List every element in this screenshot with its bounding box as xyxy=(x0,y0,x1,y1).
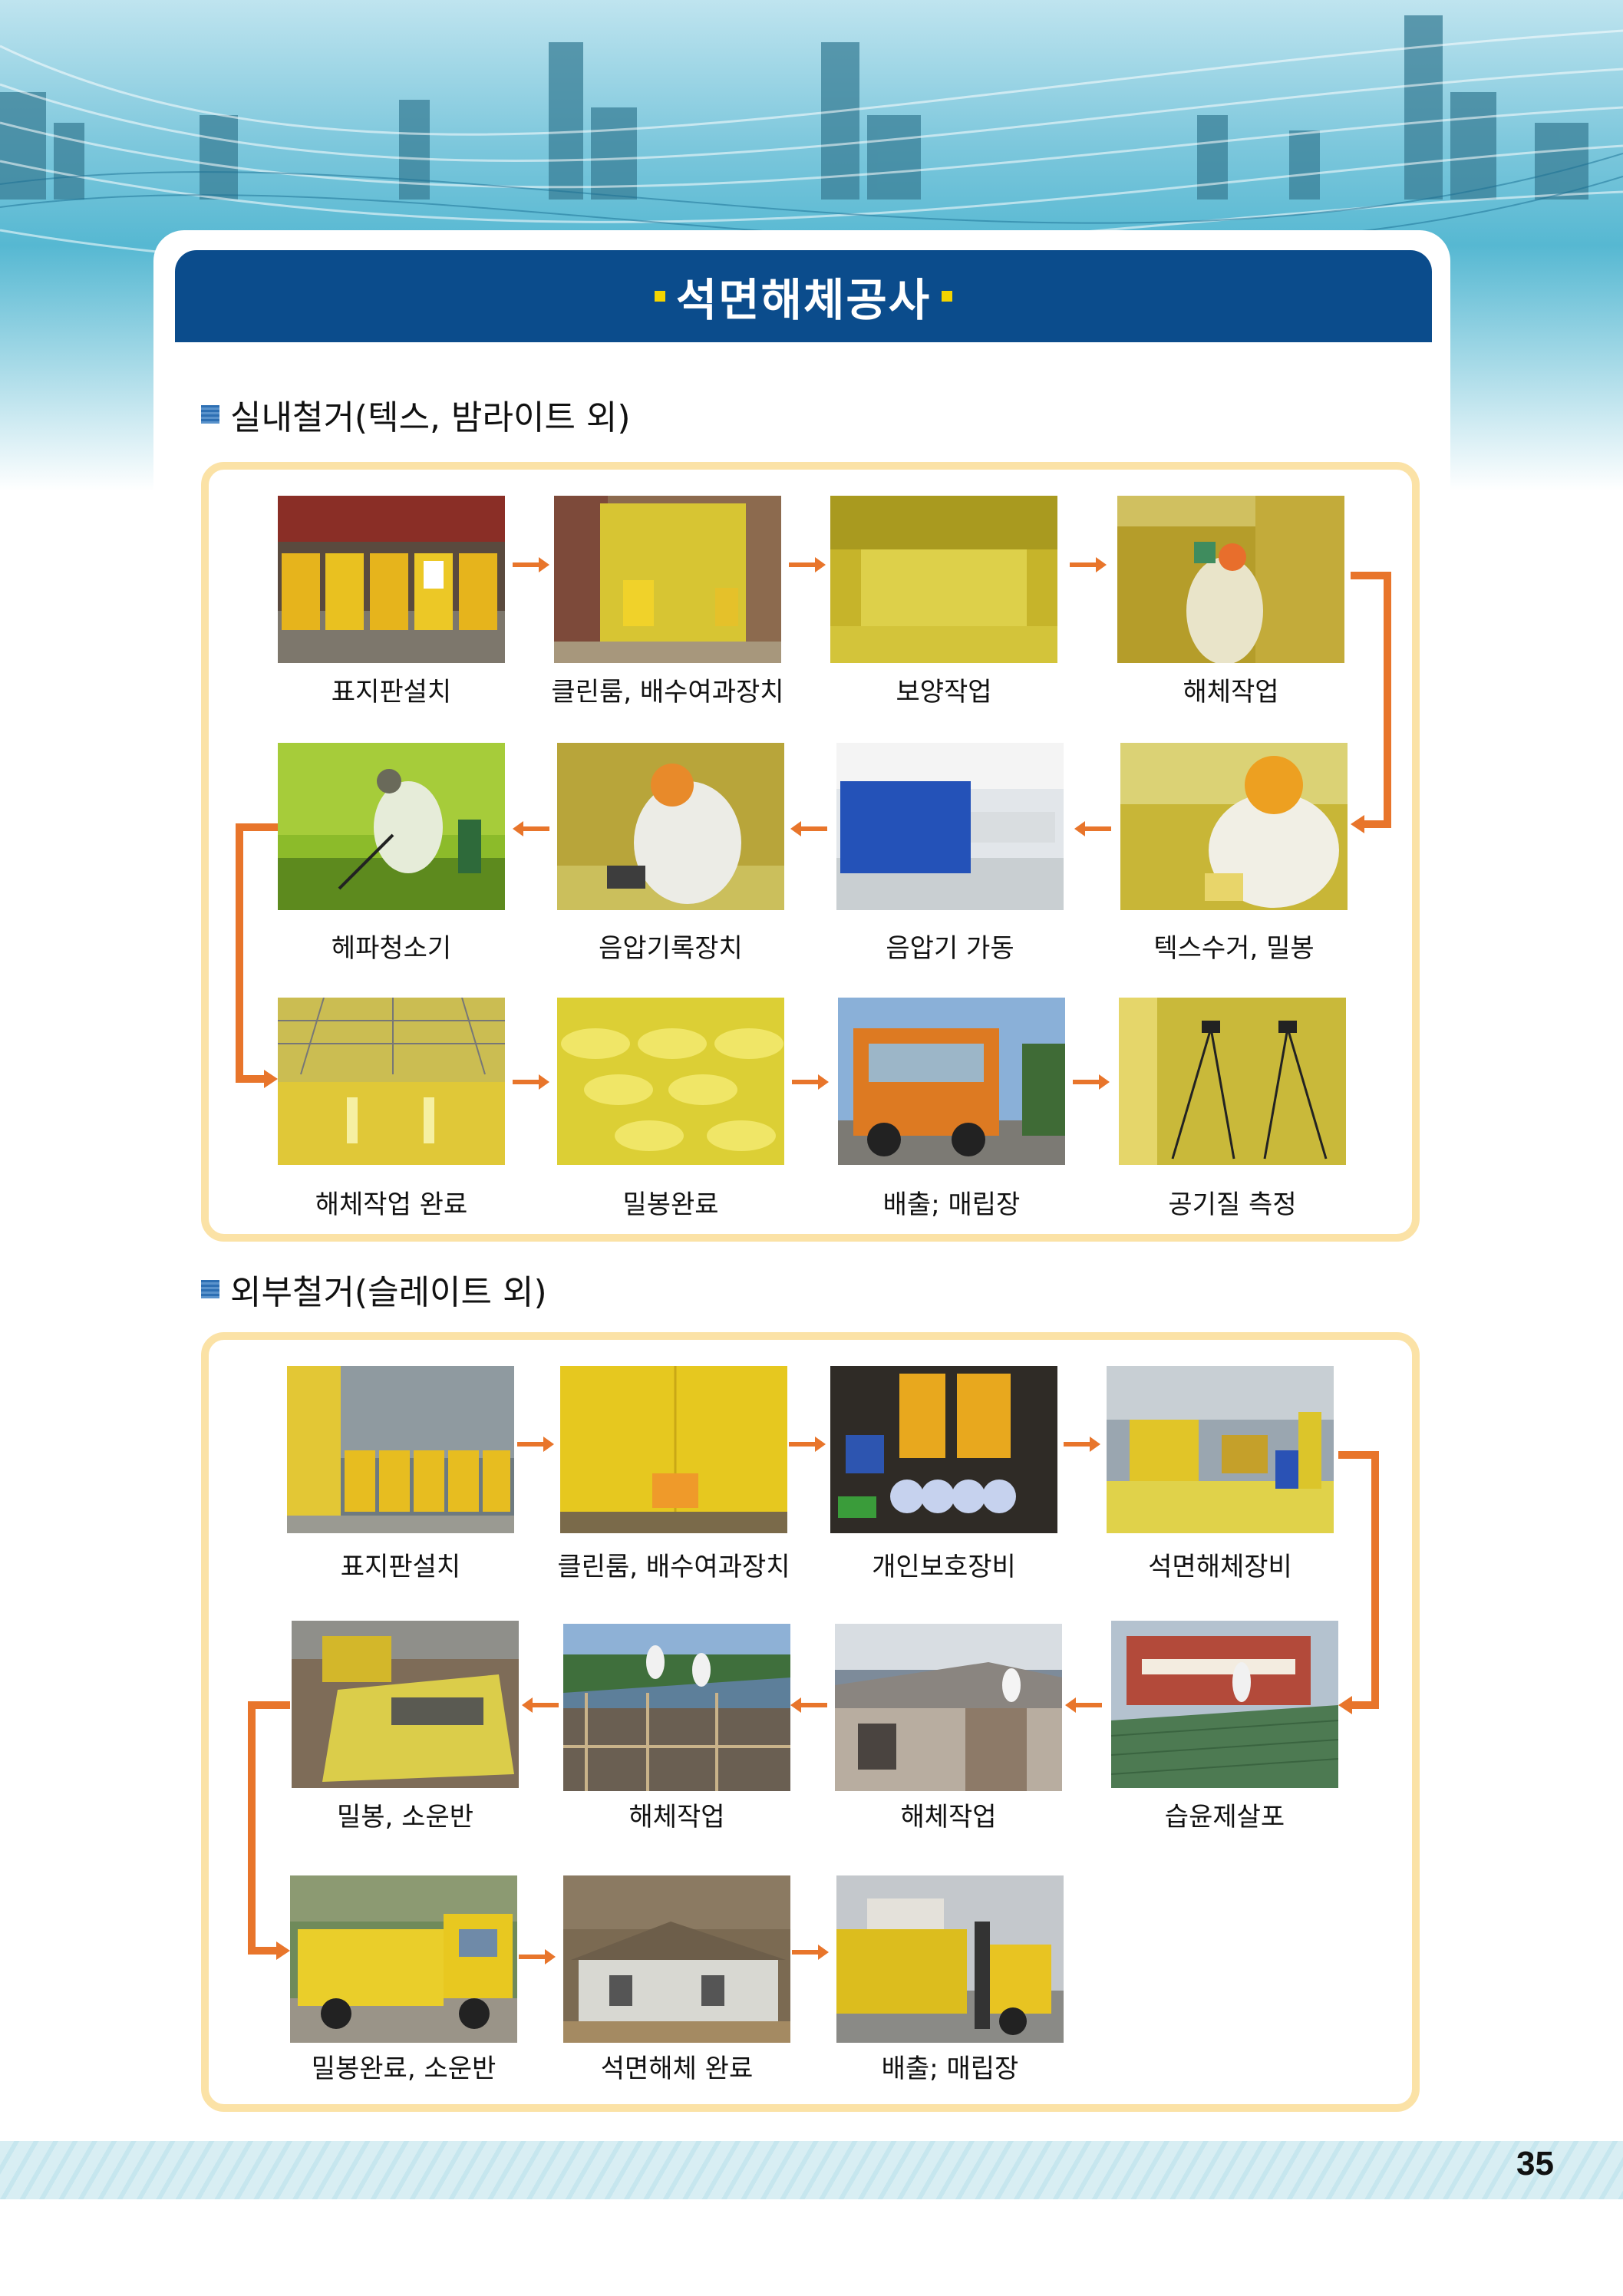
title-bar: 석면해체공사 xyxy=(175,250,1432,342)
photo-wetting-agent xyxy=(1111,1621,1338,1788)
section-bullet-icon xyxy=(201,405,219,424)
arrow-right-icon xyxy=(792,1945,829,1960)
photo-dismantling-complete xyxy=(278,998,505,1165)
arrow-right-icon xyxy=(789,1437,826,1452)
page-title: 석면해체공사 xyxy=(675,274,932,326)
arrow-left-icon xyxy=(522,1697,559,1713)
caption: 클린룸, 배수여과장치 xyxy=(557,1552,790,1582)
caption: 해체작업 xyxy=(900,1802,997,1833)
photo-disposal-forklift xyxy=(836,1875,1064,2043)
photo-warning-signs xyxy=(287,1366,514,1533)
section-heading-outdoor: 외부철거(슬레이트 외) xyxy=(201,1265,547,1314)
caption: 개인보호장비 xyxy=(872,1552,1016,1582)
caption: 공기질 측정 xyxy=(1168,1189,1297,1220)
arrow-right-icon xyxy=(1064,1437,1100,1452)
caption: 해체작업 xyxy=(1183,677,1279,708)
arrow-turn-down-icon xyxy=(248,1701,290,1960)
caption: 표지판설치 xyxy=(331,677,452,708)
caption: 클린룸, 배수여과장치 xyxy=(551,677,784,708)
photo-sealing-complete xyxy=(557,998,784,1165)
caption: 헤파청소기 xyxy=(331,933,452,964)
caption: 습윤제살포 xyxy=(1164,1802,1285,1833)
arrow-right-icon xyxy=(1073,1074,1110,1090)
arrow-left-icon xyxy=(513,821,549,836)
arrow-right-icon xyxy=(519,1949,556,1964)
photo-hepa-vacuum xyxy=(278,743,505,910)
photo-warning-signs xyxy=(278,496,505,663)
photo-pressure-recorder xyxy=(557,743,784,910)
arrow-right-icon xyxy=(513,557,549,572)
arrow-right-icon xyxy=(789,557,826,572)
arrow-turn-down-icon xyxy=(1338,1451,1379,1714)
photo-sealed-truck xyxy=(290,1875,517,2043)
photo-dismantling xyxy=(835,1624,1062,1791)
photo-clean-room xyxy=(554,496,781,663)
arrow-left-icon xyxy=(790,821,827,836)
arrow-turn-down-icon xyxy=(236,823,278,1088)
arrow-turn-down-icon xyxy=(1351,572,1391,833)
arrow-left-icon xyxy=(1074,821,1111,836)
caption: 석면해체 완료 xyxy=(600,2054,754,2084)
arrow-right-icon xyxy=(517,1437,554,1452)
caption: 배출; 매립장 xyxy=(882,1189,1021,1220)
photo-asbestos-equipment xyxy=(1107,1366,1334,1533)
photo-protective-gear xyxy=(830,1366,1057,1533)
caption: 해체작업 완료 xyxy=(315,1189,468,1220)
caption: 밀봉완료 xyxy=(622,1189,719,1220)
arrow-left-icon xyxy=(1065,1697,1102,1713)
photo-sealing-transport xyxy=(292,1621,519,1788)
caption: 음압기록장치 xyxy=(599,933,743,964)
page-number: 35 xyxy=(1516,2145,1554,2182)
caption: 밀봉완료, 소운반 xyxy=(311,2054,496,2084)
caption: 석면해체장비 xyxy=(1148,1552,1292,1582)
photo-dismantling xyxy=(1117,496,1344,663)
arrow-right-icon xyxy=(1070,557,1107,572)
photo-disposal-truck xyxy=(838,998,1065,1165)
section-bullet-icon xyxy=(201,1280,219,1298)
section-heading-text: 실내철거(텍스, 밤라이트 외) xyxy=(230,398,631,437)
photo-clean-room xyxy=(560,1366,787,1533)
photo-air-quality xyxy=(1119,998,1346,1165)
section-heading-text: 외부철거(슬레이트 외) xyxy=(230,1273,547,1312)
photo-removal-complete xyxy=(563,1875,790,2043)
caption: 밀봉, 소운반 xyxy=(336,1802,473,1833)
photo-dismantling xyxy=(563,1624,790,1791)
title-left-marker xyxy=(654,291,665,302)
arrow-right-icon xyxy=(792,1074,829,1090)
caption: 표지판설치 xyxy=(340,1552,461,1582)
section-heading-indoor: 실내철거(텍스, 밤라이트 외) xyxy=(201,390,631,439)
caption: 배출; 매립장 xyxy=(881,2054,1019,2084)
arrow-left-icon xyxy=(790,1697,827,1713)
title-right-marker xyxy=(942,291,953,302)
photo-negative-pressure-machine xyxy=(836,743,1064,910)
arrow-right-icon xyxy=(513,1074,549,1090)
footer-band xyxy=(0,2141,1623,2199)
caption: 해체작업 xyxy=(628,1802,725,1833)
photo-curing-work xyxy=(830,496,1057,663)
caption: 음압기 가동 xyxy=(886,933,1014,964)
caption: 보양작업 xyxy=(896,677,992,708)
photo-tex-collection xyxy=(1120,743,1348,910)
caption: 텍스수거, 밀봉 xyxy=(1153,933,1315,964)
